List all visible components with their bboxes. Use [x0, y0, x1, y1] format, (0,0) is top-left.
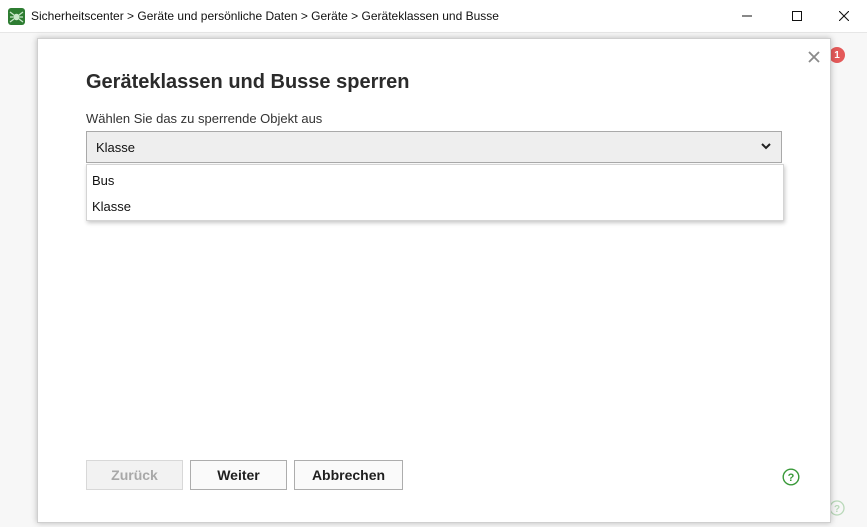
- minimize-icon: [742, 15, 752, 17]
- select-prompt-label: Wählen Sie das zu sperrende Objekt aus: [86, 111, 323, 126]
- object-type-select[interactable]: Klasse: [86, 131, 782, 163]
- window-title: Sicherheitscenter > Geräte und persönlic…: [31, 9, 499, 23]
- window-titlebar: Sicherheitscenter > Geräte und persönlic…: [0, 0, 867, 33]
- minimize-button[interactable]: [724, 0, 770, 32]
- notification-badge[interactable]: 1: [829, 47, 845, 63]
- svg-text:?: ?: [788, 472, 795, 484]
- select-current-value: Klasse: [96, 140, 136, 155]
- next-button[interactable]: Weiter: [190, 460, 287, 490]
- cancel-button[interactable]: Abbrechen: [294, 460, 403, 490]
- option-label: Klasse: [92, 199, 132, 214]
- select-dropdown-list: Bus Klasse: [86, 164, 784, 221]
- svg-text:?: ?: [834, 504, 840, 515]
- option-klasse[interactable]: Klasse: [87, 193, 783, 219]
- dialog-title: Geräteklassen und Busse sperren: [86, 71, 410, 93]
- option-label: Bus: [92, 173, 115, 188]
- help-icon: ?: [829, 500, 845, 516]
- maximize-button[interactable]: [774, 0, 820, 32]
- close-icon[interactable]: [806, 49, 822, 65]
- help-icon[interactable]: ?: [782, 468, 800, 486]
- close-icon: [839, 11, 849, 21]
- back-button: Zurück: [86, 460, 183, 490]
- option-bus[interactable]: Bus: [87, 167, 783, 193]
- block-device-dialog: Geräteklassen und Busse sperren Wählen S…: [37, 38, 831, 523]
- maximize-icon: [792, 11, 802, 21]
- chevron-down-icon: [761, 143, 771, 150]
- spider-logo-icon: [8, 8, 25, 25]
- window-close-button[interactable]: [821, 0, 867, 32]
